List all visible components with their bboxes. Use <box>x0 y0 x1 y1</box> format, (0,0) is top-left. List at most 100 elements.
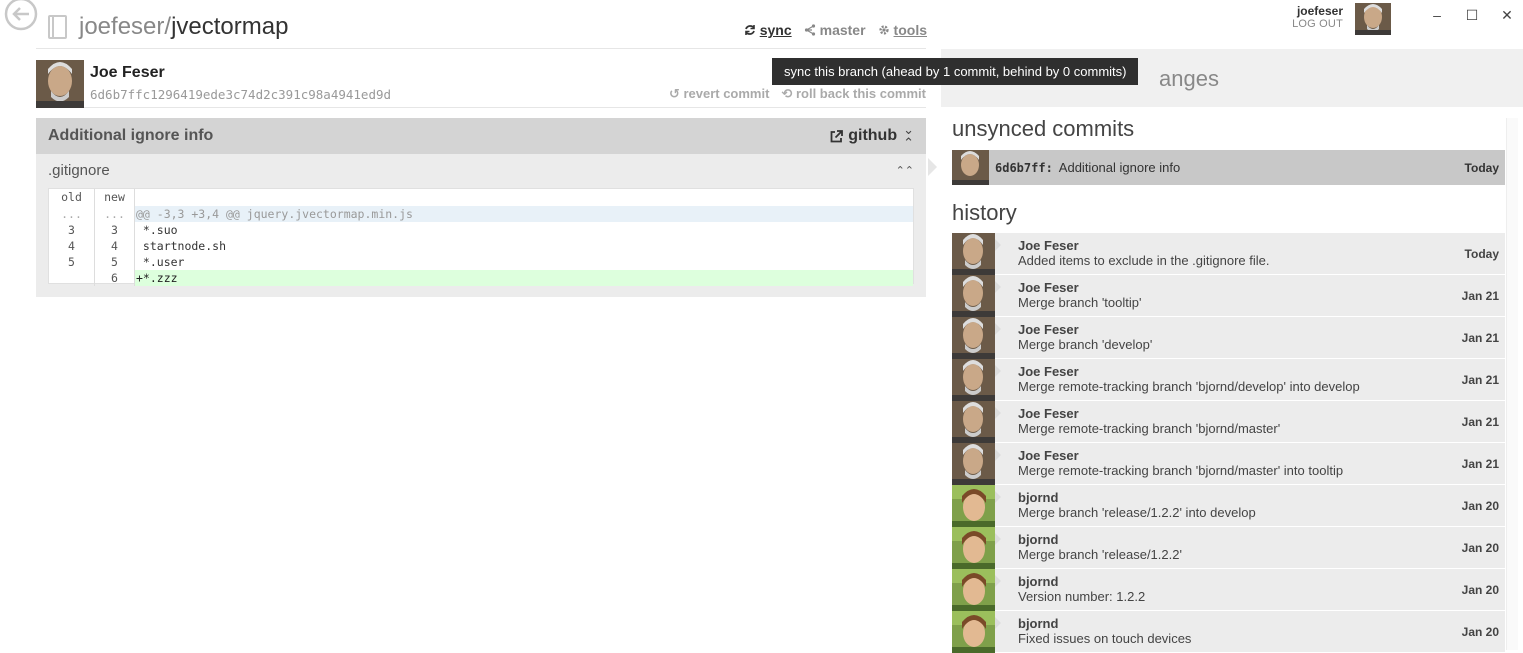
history-author: bjornd <box>1018 574 1059 589</box>
maximize-icon[interactable]: ☐ <box>1464 6 1480 24</box>
external-link-icon <box>830 129 844 142</box>
revert-commit-button[interactable]: ↺ revert commit <box>669 86 770 102</box>
rollback-commit-label: roll back this commit <box>795 86 926 101</box>
history-date: Jan 21 <box>1461 456 1499 471</box>
diff-added-row: 6 +*.zzz <box>49 270 913 286</box>
history-item[interactable]: bjornd Fixed issues on touch devices Jan… <box>952 611 1505 653</box>
history-item[interactable]: Joe Feser Merge remote-tracking branch '… <box>952 443 1505 485</box>
history-message: Version number: 1.2.2 <box>1018 589 1146 604</box>
history-message: Merge remote-tracking branch 'bjornd/dev… <box>1018 379 1360 394</box>
history-message: Fixed issues on touch devices <box>1018 631 1192 646</box>
avatar <box>952 275 995 317</box>
branch-label: master <box>819 22 866 38</box>
history-date: Jan 21 <box>1461 330 1499 345</box>
history-date: Jan 20 <box>1461 498 1499 513</box>
history-author: bjornd <box>1018 616 1059 631</box>
diff-row: 3 3 *.suo <box>49 222 913 238</box>
old-line-number: 4 <box>49 238 95 254</box>
github-link[interactable]: github <box>830 127 897 145</box>
commit-message-title: Additional ignore info <box>48 127 214 144</box>
gear-icon <box>878 25 889 35</box>
file-header[interactable]: .gitignore ⌃⌃ <box>36 154 926 186</box>
diff-table: old new ... ... @@ -3,3 +3,4 @@ jquery.j… <box>48 188 914 286</box>
history-author: bjornd <box>1018 532 1059 547</box>
new-line-number: ... <box>95 206 135 222</box>
history-author: Joe Feser <box>1018 364 1079 379</box>
sync-icon <box>744 25 755 35</box>
header-divider <box>36 48 926 49</box>
window-controls: – ☐ ✕ <box>1429 6 1515 24</box>
history-message: Merge branch 'release/1.2.2' <box>1018 547 1182 562</box>
history-date: Jan 21 <box>1461 288 1499 303</box>
unsynced-date: Today <box>1464 160 1499 175</box>
history-author: Joe Feser <box>1018 448 1079 463</box>
new-column-header: new <box>95 189 135 206</box>
branch-button[interactable]: master <box>804 22 866 38</box>
history-author: Joe Feser <box>1018 238 1079 253</box>
collapse-file-icon[interactable]: ⌃⌃ <box>896 164 914 177</box>
commit-sha: 6d6b7ffc1296419ede3c74d2c391c98a4941ed9d <box>90 87 392 102</box>
file-name: .gitignore <box>48 161 110 179</box>
avatar <box>952 401 995 443</box>
diff-code: *.suo <box>136 223 178 237</box>
diff-row: 5 5 *.user <box>49 254 913 270</box>
history-item[interactable]: Joe Feser Merge branch 'tooltip' Jan 21 <box>952 275 1505 317</box>
repo-name[interactable]: jvectormap <box>171 13 288 41</box>
history-item[interactable]: Joe Feser Merge remote-tracking branch '… <box>952 401 1505 443</box>
history-item[interactable]: bjornd Version number: 1.2.2 Jan 20 <box>952 569 1505 611</box>
old-column-header: old <box>49 189 95 206</box>
history-author: bjornd <box>1018 490 1059 505</box>
unsynced-commit-row[interactable]: 6d6b7ff: Additional ignore info Today <box>952 150 1505 185</box>
sync-button[interactable]: sync <box>744 22 792 38</box>
history-date: Jan 20 <box>1461 540 1499 555</box>
new-line-number: 5 <box>95 254 135 270</box>
avatar <box>952 527 995 569</box>
new-line-number: 3 <box>95 222 135 238</box>
diff-header-row: old new <box>49 189 913 206</box>
history-message: Added items to exclude in the .gitignore… <box>1018 253 1270 268</box>
close-icon[interactable]: ✕ <box>1499 6 1515 24</box>
commit-actions: ↺ revert commit ⟲ roll back this commit <box>669 86 926 102</box>
new-line-number: 4 <box>95 238 135 254</box>
minimize-icon[interactable]: – <box>1429 6 1445 24</box>
diff-code: +*.zzz <box>135 270 913 286</box>
avatar <box>952 359 995 401</box>
tools-button[interactable]: tools <box>878 22 927 38</box>
rollback-commit-button[interactable]: ⟲ roll back this commit <box>781 86 926 102</box>
avatar <box>952 317 995 359</box>
commit-author: Joe Feser <box>90 64 165 81</box>
selection-pointer-icon <box>928 158 937 176</box>
github-label: github <box>848 127 898 144</box>
collapse-all-icon[interactable]: ⌄ ⌃ <box>903 123 914 149</box>
history-author: Joe Feser <box>1018 322 1079 337</box>
avatar <box>952 485 995 527</box>
scrollbar[interactable] <box>1506 118 1518 650</box>
history-item[interactable]: Joe Feser Added items to exclude in the … <box>952 233 1505 275</box>
avatar <box>952 443 995 485</box>
history-author: Joe Feser <box>1018 280 1079 295</box>
logout-link[interactable]: LOG OUT <box>1292 18 1343 30</box>
history-author: Joe Feser <box>1018 406 1079 421</box>
avatar <box>952 233 995 275</box>
diff-code: startnode.sh <box>136 239 227 253</box>
diff-title-bar: Additional ignore info github ⌄ ⌃ <box>36 118 926 154</box>
history-message: Merge branch 'tooltip' <box>1018 295 1142 310</box>
history-item[interactable]: bjornd Merge branch 'release/1.2.2' Jan … <box>952 527 1505 569</box>
commit-author-avatar <box>36 60 84 108</box>
user-area: joefeser LOG OUT <box>1292 3 1391 35</box>
repo-owner[interactable]: joefeser <box>79 13 164 41</box>
old-line-number <box>49 270 95 286</box>
history-title: history <box>952 200 1017 225</box>
diff-code: @@ -3,3 +3,4 @@ jquery.jvectormap.min.js <box>135 206 913 222</box>
history-date: Jan 21 <box>1461 372 1499 387</box>
user-avatar[interactable] <box>1355 3 1391 35</box>
old-line-number: ... <box>49 206 95 222</box>
history-item[interactable]: Joe Feser Merge remote-tracking branch '… <box>952 359 1505 401</box>
sync-tooltip: sync this branch (ahead by 1 commit, beh… <box>772 58 1139 85</box>
history-item[interactable]: Joe Feser Merge branch 'develop' Jan 21 <box>952 317 1505 359</box>
history-item[interactable]: bjornd Merge branch 'release/1.2.2' into… <box>952 485 1505 527</box>
unsynced-title: unsynced commits <box>952 116 1135 141</box>
back-arrow-icon[interactable] <box>3 0 39 36</box>
old-line-number: 5 <box>49 254 95 270</box>
diff-panel: Additional ignore info github ⌄ ⌃ .gitign… <box>36 118 926 297</box>
